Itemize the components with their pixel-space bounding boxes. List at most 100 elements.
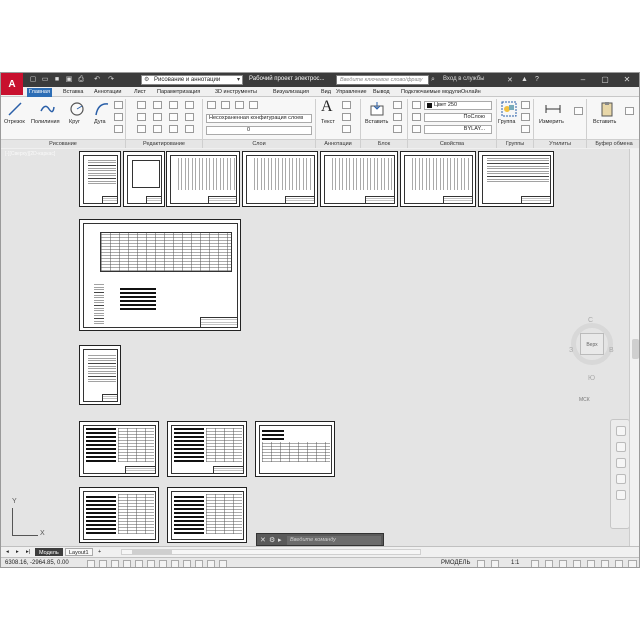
maximize-icon[interactable]: ▢	[595, 74, 615, 86]
search-input[interactable]: Введите ключевое слово/фразу	[336, 75, 429, 85]
paste-label[interactable]: Вставить	[593, 119, 616, 125]
properties-panel-title[interactable]: Свойства	[408, 139, 496, 148]
isodraft-icon[interactable]	[159, 560, 167, 567]
snap-icon[interactable]	[99, 560, 107, 567]
modify-panel-title[interactable]: Редактирование	[126, 139, 202, 148]
array-icon[interactable]	[169, 125, 178, 133]
open-icon[interactable]: ▭	[41, 76, 49, 84]
tab-view[interactable]: Вид	[319, 88, 333, 97]
command-input[interactable]: Введите команду	[287, 536, 381, 545]
polyline-tool-label[interactable]: Полилиния	[31, 119, 60, 125]
customize-command-icon[interactable]: ⚙	[269, 536, 275, 544]
steering-wheel-icon[interactable]	[616, 426, 626, 436]
fillet-icon[interactable]	[169, 113, 178, 121]
layer-properties-icon[interactable]	[207, 101, 216, 109]
tab-output[interactable]: Вывод	[371, 88, 392, 97]
compass-west[interactable]: З	[569, 347, 573, 354]
minimize-icon[interactable]: –	[573, 74, 593, 86]
tab-layout1[interactable]: Layout1	[65, 548, 93, 556]
tab-layout[interactable]: Лист	[132, 88, 148, 97]
search-icon[interactable]: ⌕	[431, 76, 435, 84]
drawing-sheet[interactable]	[400, 151, 476, 207]
print-icon[interactable]: ⎙	[77, 76, 85, 84]
recent-commands-icon[interactable]: ▸	[278, 536, 282, 544]
drawing-sheet[interactable]	[123, 151, 165, 207]
mirror-icon[interactable]	[153, 113, 162, 121]
rotate-icon[interactable]	[153, 101, 162, 109]
explode-icon[interactable]	[185, 113, 194, 121]
specification-sheet[interactable]	[167, 421, 247, 477]
tab-manage[interactable]: Управление	[334, 88, 369, 97]
add-layout-icon[interactable]: +	[95, 548, 104, 556]
dynamic-input-icon[interactable]	[123, 560, 131, 567]
infer-icon[interactable]	[111, 560, 119, 567]
tab-3d-tools[interactable]: 3D инструменты	[213, 88, 259, 97]
dimension-icon[interactable]	[342, 101, 351, 109]
help-icon[interactable]: ?	[535, 76, 539, 83]
group-tool-label[interactable]: Группа	[498, 119, 515, 125]
ungroup-icon[interactable]	[521, 101, 530, 109]
viewcube[interactable]: Верх С Ю З В МСК	[569, 317, 615, 405]
layers-panel-title[interactable]: Слои	[203, 139, 315, 148]
insert-block-icon[interactable]	[369, 101, 385, 117]
viewport-controls[interactable]: [-][Сверху][2D-каркас]	[5, 151, 55, 157]
offset-icon[interactable]	[185, 125, 194, 133]
orbit-icon[interactable]	[616, 474, 626, 484]
text-tool-label[interactable]: Текст	[321, 119, 335, 125]
drawing-sheet[interactable]	[79, 345, 121, 405]
linetype-icon[interactable]	[412, 113, 421, 121]
rectangle-icon[interactable]	[114, 101, 123, 109]
model-space-toggle[interactable]: РМОДЕЛЬ	[441, 560, 470, 566]
units-icon[interactable]	[559, 560, 567, 567]
redo-icon[interactable]: ↷	[107, 76, 115, 84]
compass-north[interactable]: С	[588, 317, 593, 324]
zoom-icon[interactable]	[616, 458, 626, 468]
quick-properties-icon[interactable]	[573, 560, 581, 567]
transparency-icon[interactable]	[207, 560, 215, 567]
groups-panel-title[interactable]: Группы	[497, 139, 533, 148]
new-icon[interactable]: ▢	[29, 76, 37, 84]
match-properties-icon[interactable]	[412, 101, 421, 109]
grid-icon[interactable]	[87, 560, 95, 567]
customization-icon[interactable]	[628, 560, 637, 567]
annotation-scale[interactable]: 1:1	[511, 560, 519, 566]
annotation-visibility-icon[interactable]	[491, 560, 499, 567]
layer-lock-icon[interactable]	[249, 101, 258, 109]
drawing-sheet[interactable]	[79, 151, 121, 207]
user-icon[interactable]: ▲	[521, 76, 528, 83]
circle-icon[interactable]	[69, 101, 85, 117]
polyline-icon[interactable]	[39, 101, 55, 117]
save-icon[interactable]: ■	[53, 76, 61, 84]
coordinates-readout[interactable]: 6308.16, -2964.85, 0.00	[5, 560, 69, 566]
pan-icon[interactable]	[616, 442, 626, 452]
horizontal-scrollbar[interactable]	[121, 549, 421, 555]
drawing-sheet[interactable]	[166, 151, 240, 207]
showmotion-icon[interactable]	[616, 490, 626, 500]
move-icon[interactable]	[137, 101, 146, 109]
specification-sheet[interactable]	[79, 487, 159, 543]
tab-scroll-left-icon[interactable]: ◂	[3, 548, 12, 556]
tab-list-icon[interactable]: ▸|	[23, 548, 33, 556]
tab-parametric[interactable]: Параметризация	[155, 88, 202, 97]
tab-insert[interactable]: Вставка	[61, 88, 85, 97]
insert-block-label[interactable]: Вставить	[365, 119, 388, 125]
tab-addins[interactable]: Подключаемые модули	[399, 88, 463, 97]
undo-icon[interactable]: ↶	[93, 76, 101, 84]
edit-block-icon[interactable]	[393, 113, 402, 121]
arc-tool-label[interactable]: Дуга	[94, 119, 106, 125]
saveas-icon[interactable]: ▣	[65, 76, 73, 84]
line-icon[interactable]	[7, 101, 23, 117]
tab-model[interactable]: Модель	[35, 548, 63, 556]
arc-icon[interactable]	[94, 101, 110, 117]
stretch-icon[interactable]	[137, 125, 146, 133]
drawing-sheet[interactable]	[320, 151, 398, 207]
layer-isolate-icon[interactable]	[221, 101, 230, 109]
linetype-dropdown[interactable]: ПоСлою	[424, 113, 492, 122]
group-icon[interactable]	[501, 101, 517, 117]
paste-icon[interactable]	[599, 101, 615, 117]
close-command-line-icon[interactable]: ✕	[260, 536, 266, 544]
viewcube-top-face[interactable]: Верх	[580, 333, 604, 355]
osnap-icon[interactable]	[183, 560, 191, 567]
measure-tool-label[interactable]: Измерить	[539, 119, 564, 125]
drawing-sheet[interactable]	[242, 151, 318, 207]
